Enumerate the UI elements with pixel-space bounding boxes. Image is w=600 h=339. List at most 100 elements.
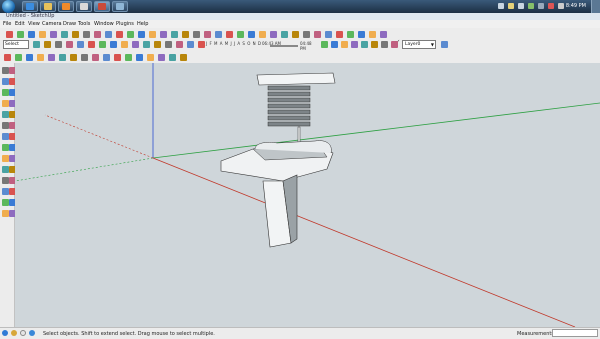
circle-tool-button[interactable]	[80, 53, 89, 62]
move-tool-button[interactable]	[113, 53, 122, 62]
select-tool-button[interactable]	[5, 30, 14, 39]
polygon-tool-button[interactable]	[91, 53, 100, 62]
intersect-tool-button[interactable]	[390, 40, 399, 49]
right-view-tool-button[interactable]	[379, 30, 388, 39]
monochrome-tool-button[interactable]	[109, 40, 118, 49]
paint-tool-button[interactable]	[25, 53, 34, 62]
follow-me-tool-button[interactable]	[159, 30, 168, 39]
components-tool-button[interactable]	[120, 40, 129, 49]
previous-tool-button[interactable]	[291, 30, 300, 39]
offset-tool-button[interactable]	[146, 53, 155, 62]
textured-tool-button[interactable]	[98, 40, 107, 49]
tape-tool-button[interactable]	[168, 53, 177, 62]
taskbar-app-generic[interactable]	[76, 1, 92, 12]
layers-tool-button[interactable]	[153, 40, 162, 49]
menu-plugins[interactable]: Plugins	[116, 21, 134, 27]
axes-tool-button[interactable]	[214, 30, 223, 39]
styles-tool-button[interactable]	[142, 40, 151, 49]
freehand-tool-button[interactable]	[58, 53, 67, 62]
dimension-tool-button[interactable]	[179, 53, 188, 62]
flag-icon[interactable]	[538, 3, 544, 9]
push-pull-tool-button[interactable]	[102, 53, 111, 62]
speaker-icon[interactable]	[518, 3, 524, 9]
taskbar-clock[interactable]: 8:49 PM	[566, 3, 586, 9]
front-view-tool-button[interactable]	[368, 30, 377, 39]
shadow-months[interactable]: J F M A M J J A S O N D	[206, 41, 261, 46]
arc-tool-button[interactable]	[49, 30, 58, 39]
paint-tool-button[interactable]	[27, 30, 36, 39]
menu-view[interactable]: View	[28, 21, 40, 27]
rotate-tool-button[interactable]	[126, 30, 135, 39]
tape-tool-button[interactable]	[170, 30, 179, 39]
chair-model[interactable]	[220, 72, 336, 248]
battery-icon[interactable]	[528, 3, 534, 9]
text-tool-button[interactable]	[203, 30, 212, 39]
iso-view-tool-button[interactable]	[346, 30, 355, 39]
select-tool-combo[interactable]: Select	[3, 40, 29, 49]
security-icon[interactable]	[548, 3, 554, 9]
dimension-tool-button[interactable]	[181, 30, 190, 39]
back-view-tool-button[interactable]	[32, 40, 41, 49]
next-tool-button[interactable]	[302, 30, 311, 39]
move-tool-button[interactable]	[115, 30, 124, 39]
menu-file[interactable]: File	[3, 21, 11, 27]
follow-me-tool-button[interactable]	[157, 53, 166, 62]
taskbar-app-folder[interactable]	[40, 1, 56, 12]
line-tool-button[interactable]	[36, 53, 45, 62]
menu-edit[interactable]: Edit	[15, 21, 25, 27]
modeling-viewport[interactable]	[15, 63, 600, 327]
fog-tool-button[interactable]	[197, 40, 206, 49]
taskbar-app-ie[interactable]	[22, 1, 38, 12]
sandbox-tool-button[interactable]	[370, 40, 379, 49]
arc-tool-button[interactable]	[47, 53, 56, 62]
rotate-tool-button[interactable]	[124, 53, 133, 62]
taskbar-app-media[interactable]	[58, 1, 74, 12]
section-tool-button[interactable]	[225, 30, 234, 39]
scale-tool-button[interactable]	[135, 53, 144, 62]
credits-icon[interactable]	[11, 330, 17, 336]
wireframe-tool-button[interactable]	[65, 40, 74, 49]
solid-tool-button[interactable]	[380, 40, 389, 49]
hidden-line-tool-button[interactable]	[76, 40, 85, 49]
show-desktop-button[interactable]	[591, 0, 600, 13]
taskbar-app-window[interactable]	[112, 1, 128, 12]
scenes-tool-button[interactable]	[175, 40, 184, 49]
zoom-tool-button[interactable]	[258, 30, 267, 39]
protractor-tool-button[interactable]	[192, 30, 201, 39]
shaded-tool-button[interactable]	[87, 40, 96, 49]
network-icon[interactable]	[508, 3, 514, 9]
eraser-tool-button[interactable]	[16, 30, 25, 39]
start-button[interactable]	[2, 0, 15, 13]
share-tool-button[interactable]	[340, 40, 349, 49]
polygon-tool-button[interactable]	[93, 30, 102, 39]
geo-location-icon[interactable]	[2, 330, 8, 336]
position-camera-tool-button[interactable]	[313, 30, 322, 39]
scale-tool-button[interactable]	[137, 30, 146, 39]
menu-help[interactable]: Help	[137, 21, 148, 27]
eraser-tool-button[interactable]	[14, 53, 23, 62]
outliner-tool-button[interactable]	[164, 40, 173, 49]
union-tool-button[interactable]	[440, 40, 449, 49]
walk-tool-button[interactable]	[324, 30, 333, 39]
menu-camera[interactable]: Camera	[42, 21, 62, 27]
photo-tool-button[interactable]	[360, 40, 369, 49]
geo-tool-button[interactable]	[320, 40, 329, 49]
menu-draw[interactable]: Draw	[63, 21, 76, 27]
user-icon[interactable]	[20, 330, 26, 336]
extension-tool-button[interactable]	[350, 40, 359, 49]
rectangle-tool-button[interactable]	[69, 53, 78, 62]
circle-tool-button[interactable]	[82, 30, 91, 39]
rectangle-tool-button[interactable]	[71, 30, 80, 39]
help-icon[interactable]	[29, 330, 35, 336]
zoom-window-tool-button[interactable]	[269, 30, 278, 39]
line-tool-button[interactable]	[38, 30, 47, 39]
shadow-time-slider[interactable]	[270, 45, 298, 47]
tray-app-icon[interactable]	[558, 3, 564, 9]
offset-tool-button[interactable]	[148, 30, 157, 39]
pan-tool-button[interactable]	[247, 30, 256, 39]
xray-tool-button[interactable]	[54, 40, 63, 49]
tray-arrow-icon[interactable]	[498, 3, 504, 9]
freehand-tool-button[interactable]	[60, 30, 69, 39]
shadows-tool-button[interactable]	[186, 40, 195, 49]
left-view-tool-button[interactable]	[43, 40, 52, 49]
